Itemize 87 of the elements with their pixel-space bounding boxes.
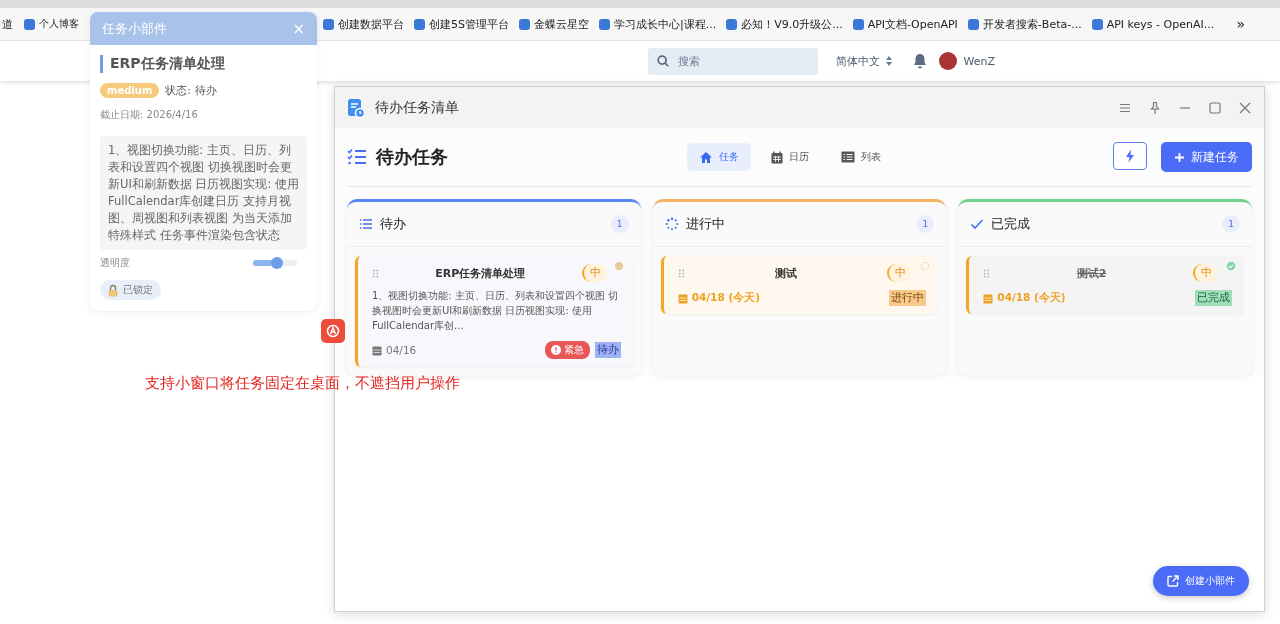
task-title: ERP任务清单处理	[100, 55, 307, 73]
new-task-button[interactable]: 新建任务	[1161, 142, 1252, 172]
bookmark-link[interactable]: API keys - OpenAI...	[1086, 17, 1220, 31]
column-title: 已完成	[991, 215, 1031, 233]
urgent-tag: 紧急	[544, 341, 590, 359]
status-tag: 进行中	[889, 290, 927, 306]
due-date: 04/18 (今天)	[983, 291, 1066, 305]
task-description: 1、视图切换功能: 主页、日历、列表和设置四个视图 切换视图时会更新UI和刷新数据 日历视图实现: 使用FullCalendar库创建日历 支持月视图、周视图和列表视图 为当天添加特殊样式 任务事件渲染包含状态	[100, 136, 307, 250]
bookmark-link[interactable]: API文档-OpenAPI	[847, 16, 963, 32]
list-icon	[841, 151, 855, 163]
priority-badge: 中	[1193, 264, 1218, 282]
maximize-icon[interactable]	[1208, 100, 1222, 115]
status-tag: 待办	[594, 342, 621, 358]
card-title: ERP任务清单处理	[434, 265, 527, 281]
check-circle-icon	[1226, 261, 1236, 271]
search-field[interactable]: 搜索	[648, 47, 819, 75]
due-date: 04/16	[372, 344, 417, 356]
bookmark-link[interactable]: 个人博客	[18, 17, 82, 31]
bookmark-link[interactable]: 开发者搜索-Beta-...	[962, 16, 1087, 32]
view-tab[interactable]: 日历	[759, 143, 821, 171]
plus-icon	[1174, 151, 1185, 163]
bookmark-link[interactable]: 金蝶云星空	[514, 16, 594, 32]
spinner-icon	[920, 261, 931, 271]
check-icon	[970, 217, 985, 231]
bookmark-link[interactable]: 道	[0, 16, 18, 32]
task-card[interactable]: ERP任务清单处理 中 1、视图切换功能: 主页、日历、列表和设置四个视图 切换视图时会更新UI和刷新数据 日历视图实现: 使用FullCalendar库创... 04/16 紧急 待办	[355, 256, 633, 367]
checklist-icon	[347, 148, 367, 166]
alert-icon	[550, 345, 561, 355]
count-badge: 1	[610, 215, 629, 233]
lock-icon	[108, 283, 118, 297]
document-clock-icon	[347, 97, 365, 118]
drag-handle-icon[interactable]	[677, 268, 685, 278]
close-icon[interactable]	[1238, 100, 1252, 115]
lock-toggle[interactable]: 已锁定	[100, 280, 161, 300]
create-widget-button[interactable]: 创建小部件	[1153, 566, 1249, 596]
bookmark-link[interactable]: 学习成长中心|课程...	[594, 16, 722, 32]
priority-badge: 中	[887, 264, 913, 282]
search-input[interactable]: 搜索	[676, 53, 801, 69]
card-description: 1、视图切换功能: 主页、日历、列表和设置四个视图 切换视图时会更新UI和刷新数据 日历视图实现: 使用FullCalendar库创...	[372, 289, 620, 333]
status-tag: 已完成	[1195, 290, 1232, 306]
count-badge: 1	[1222, 215, 1240, 233]
card-title: 测试2	[1075, 265, 1108, 281]
home-icon	[699, 150, 713, 164]
opacity-slider[interactable]	[253, 260, 297, 266]
status-text: 状态: 待办	[165, 83, 217, 98]
avatar[interactable]	[939, 52, 958, 70]
count-badge: 1	[916, 215, 935, 233]
calendar-icon	[771, 150, 783, 164]
due-date: 截止日期: 2026/4/16	[100, 108, 199, 122]
bookmark-link[interactable]: 创建5S管理平台	[409, 16, 514, 32]
search-icon	[656, 54, 671, 68]
status-dot	[614, 262, 623, 270]
priority-badge: medium	[100, 83, 160, 98]
task-card[interactable]: 测试2 中 04/18 (今天) 已完成	[966, 256, 1244, 314]
sort-icon	[885, 55, 894, 67]
list-icon	[359, 217, 373, 231]
page-heading: 待办任务	[376, 145, 448, 169]
column-title: 进行中	[685, 215, 725, 233]
annotation-text: 支持小窗口将任务固定在桌面，不遮挡用户操作	[145, 374, 460, 393]
priority-badge: 中	[581, 264, 607, 282]
language-select[interactable]: 简体中文	[836, 53, 894, 69]
calendar-icon	[983, 292, 994, 304]
bookmark-link[interactable]: 必知！V9.0升级公...	[721, 16, 848, 32]
card-title: 测试	[774, 265, 798, 281]
drag-handle-icon[interactable]	[372, 268, 379, 278]
letter-circle-icon	[326, 324, 340, 338]
external-link-icon	[1167, 575, 1179, 587]
bell-icon[interactable]	[913, 53, 928, 69]
drag-handle-icon[interactable]	[983, 268, 991, 278]
view-tab[interactable]: 任务	[687, 143, 751, 171]
task-card[interactable]: 测试 中 04/18 (今天) 进行中	[660, 256, 939, 314]
user-name: WenZ	[963, 54, 995, 68]
opacity-label: 透明度	[100, 256, 130, 270]
window-title: 待办任务清单	[375, 98, 459, 117]
calendar-icon	[372, 344, 382, 356]
lightning-icon	[1125, 149, 1135, 163]
bookmark-link[interactable]: 创建数据平台	[318, 16, 409, 32]
spinner-icon	[664, 217, 679, 231]
column-title: 待办	[380, 215, 406, 233]
floating-icon-button[interactable]	[321, 319, 345, 343]
quick-action-button[interactable]	[1113, 142, 1147, 170]
widget-title: 任务小部件	[102, 19, 167, 38]
calendar-icon	[677, 292, 688, 304]
view-tab[interactable]: 列表	[829, 143, 893, 171]
due-date: 04/18 (今天)	[677, 291, 760, 305]
pin-icon[interactable]	[1148, 100, 1162, 115]
bookmarks-overflow-button[interactable]: »	[1236, 16, 1245, 32]
